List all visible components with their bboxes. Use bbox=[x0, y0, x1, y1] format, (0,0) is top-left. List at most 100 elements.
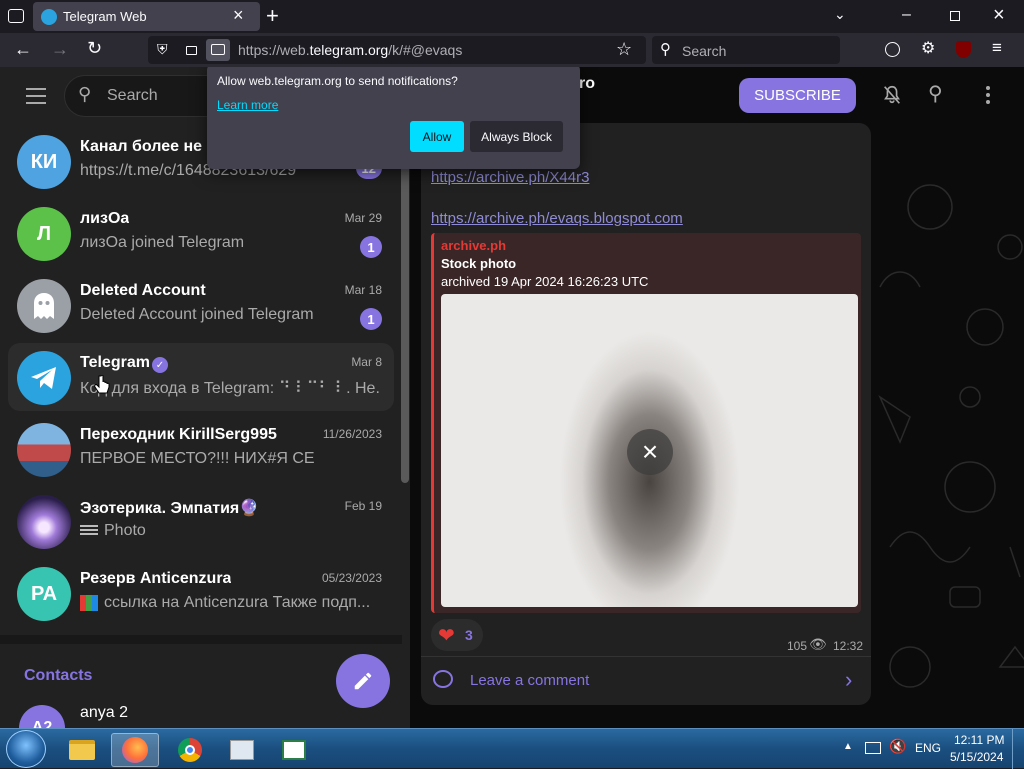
extensions-icon[interactable]: ⚙ bbox=[921, 38, 935, 58]
pencil-icon bbox=[354, 672, 372, 690]
ublock-origin-icon[interactable] bbox=[956, 41, 971, 58]
window-close-icon[interactable]: × bbox=[993, 4, 1005, 27]
chat-list-item[interactable]: Переходник KirillSerg995 ПЕРВОЕ МЕСТО?!!!… bbox=[8, 415, 394, 483]
chat-preview: Код для входа в Telegram: ⠙ ⠇⠉⠃ ⠇. Не... bbox=[80, 380, 380, 397]
forward-icon[interactable]: → bbox=[51, 39, 69, 60]
hand-cursor-icon bbox=[94, 375, 110, 394]
chat-date: 05/23/2023 bbox=[321, 571, 382, 585]
chat-name: Telegram bbox=[80, 354, 150, 371]
chat-list-item[interactable]: Telegram ✓ Код для входа в Telegram: ⠙ ⠇⠉⠃… bbox=[8, 343, 394, 411]
chat-list-item[interactable]: ЛлизОа лизОа joined Telegram Mar 29 1 bbox=[8, 199, 394, 267]
contact-item[interactable]: A2 anya 2 bbox=[8, 697, 394, 728]
search-icon: ⚲ bbox=[78, 84, 92, 104]
reaction-heart[interactable]: ❤ 3 bbox=[431, 619, 483, 651]
restore-icon[interactable] bbox=[950, 11, 960, 21]
show-hidden-icons[interactable]: ▲ bbox=[843, 741, 853, 752]
learn-more-link[interactable]: Learn more bbox=[217, 98, 278, 112]
preview-title: Stock photo bbox=[441, 256, 517, 271]
leave-comment-button[interactable]: Leave a comment › bbox=[421, 657, 871, 705]
chat-date: Feb 19 bbox=[344, 499, 382, 513]
avatar bbox=[17, 423, 71, 477]
contacts-title: Contacts bbox=[24, 667, 93, 684]
post-link[interactable]: https://archive.ph/evaqs.blogspot.com bbox=[431, 210, 683, 227]
hamburger-menu-icon[interactable] bbox=[26, 88, 46, 104]
more-options-icon[interactable] bbox=[984, 86, 992, 108]
url-text: https://web.telegram.org/k/#@evaqs bbox=[238, 42, 463, 58]
tab-list-icon[interactable] bbox=[8, 9, 24, 23]
clock-time[interactable]: 12:11 PM bbox=[954, 733, 1004, 747]
avatar: КИ bbox=[17, 135, 71, 189]
comment-bubble-icon bbox=[433, 670, 453, 688]
avatar bbox=[17, 351, 71, 405]
tab-close-icon[interactable]: × bbox=[233, 5, 244, 26]
preview-photo[interactable]: × bbox=[441, 294, 858, 607]
notification-permission-icon[interactable] bbox=[206, 39, 230, 61]
list-all-tabs-icon[interactable]: ⌄ bbox=[834, 6, 846, 23]
chat-date: Mar 29 bbox=[344, 211, 382, 225]
volume-muted-icon[interactable]: 🔇 bbox=[889, 738, 906, 755]
view-count: 105 bbox=[787, 639, 808, 653]
chat-preview: лизОа joined Telegram bbox=[80, 234, 245, 251]
heart-icon: ❤ bbox=[438, 625, 455, 647]
chat-name: Канал более не и bbox=[80, 138, 217, 155]
notification-permission-popup: Allow web.telegram.org to send notificat… bbox=[207, 67, 580, 169]
avatar bbox=[17, 279, 71, 333]
browser-search-placeholder: Search bbox=[682, 43, 727, 59]
compose-button[interactable] bbox=[336, 654, 390, 708]
task-manager-icon[interactable] bbox=[218, 733, 266, 767]
post-link[interactable]: https://archive.ph/X44r3 bbox=[431, 169, 589, 186]
tab-title: Telegram Web bbox=[63, 9, 147, 24]
show-desktop-button[interactable] bbox=[1012, 729, 1024, 769]
chat-date: Mar 18 bbox=[344, 283, 382, 297]
browser-tab-bar: Telegram Web × + ⌄ – × bbox=[0, 0, 1024, 33]
reload-icon[interactable]: ↻ bbox=[87, 38, 102, 59]
chat-preview: ссылка на Anticenzura Также подп... bbox=[80, 594, 370, 612]
photo-thumbnail-icon bbox=[80, 524, 98, 537]
browser-navigation-bar: ← → ↻ ⛨ https://web.telegram.org/k/#@eva… bbox=[0, 33, 1024, 67]
telegram-favicon-icon bbox=[41, 9, 57, 25]
browser-tab-telegram[interactable]: Telegram Web × bbox=[33, 2, 260, 31]
start-button[interactable] bbox=[6, 730, 46, 768]
menu-icon[interactable]: ≡ bbox=[992, 38, 1002, 58]
close-icon[interactable]: × bbox=[627, 429, 673, 475]
mute-bell-icon[interactable] bbox=[881, 84, 903, 106]
lock-icon[interactable] bbox=[186, 46, 197, 55]
windows-taskbar: ▲ 🔇 ENG 12:11 PM 5/15/2024 bbox=[0, 728, 1024, 769]
bookmark-star-icon[interactable]: ☆ bbox=[616, 39, 632, 60]
chat-date: 11/26/2023 bbox=[322, 427, 382, 441]
contact-name: anya 2 bbox=[80, 704, 129, 721]
shield-icon[interactable]: ⛨ bbox=[157, 41, 168, 58]
avatar: A2 bbox=[19, 705, 65, 728]
chat-list-item[interactable]: РА Резерв Anticenzura ссылка на Anticenzur… bbox=[8, 559, 394, 627]
subscribe-button[interactable]: SUBSCRIBE bbox=[739, 78, 856, 113]
file-explorer-icon[interactable] bbox=[58, 733, 106, 767]
minimize-icon[interactable]: – bbox=[902, 6, 911, 24]
always-block-button[interactable]: Always Block bbox=[470, 121, 563, 152]
firefox-icon[interactable] bbox=[111, 733, 159, 767]
sidebar-scrollbar[interactable] bbox=[401, 163, 409, 483]
url-bar[interactable]: ⛨ https://web.telegram.org/k/#@evaqs ☆ bbox=[148, 36, 646, 64]
browser-search-box[interactable]: ⚲ Search bbox=[652, 36, 840, 64]
chat-search-icon[interactable]: ⚲ bbox=[928, 81, 943, 106]
chat-title-fragment: ro bbox=[579, 75, 595, 92]
allow-button[interactable]: Allow bbox=[410, 121, 464, 152]
chat-list-item[interactable]: Deleted Account Deleted Account joined Te… bbox=[8, 271, 394, 339]
new-tab-icon[interactable]: + bbox=[266, 3, 279, 29]
back-icon[interactable]: ← bbox=[14, 39, 32, 60]
channel-post-bubble: https://archive.ph/X44r3 https://archive… bbox=[421, 123, 871, 705]
clock-date[interactable]: 5/15/2024 bbox=[950, 750, 1003, 764]
search-icon: ⚲ bbox=[660, 41, 671, 58]
network-icon[interactable] bbox=[865, 742, 881, 754]
language-indicator[interactable]: ENG bbox=[915, 741, 941, 755]
account-icon[interactable] bbox=[885, 42, 900, 57]
chat-preview: Photo bbox=[80, 522, 146, 540]
ghost-icon bbox=[34, 293, 54, 319]
notification-message: Allow web.telegram.org to send notificat… bbox=[217, 74, 458, 88]
avatar bbox=[17, 495, 71, 549]
link-preview[interactable]: archive.ph Stock photo archived 19 Apr 2… bbox=[431, 233, 861, 613]
chrome-icon[interactable] bbox=[166, 733, 214, 767]
chat-name: Эзотерика. Эмпатия🔮 bbox=[80, 500, 260, 517]
app-window-icon[interactable] bbox=[270, 733, 318, 767]
chat-list-item[interactable]: Эзотерика. Эмпатия🔮 Photo Feb 19 bbox=[8, 487, 394, 555]
chevron-right-icon: › bbox=[845, 667, 853, 692]
